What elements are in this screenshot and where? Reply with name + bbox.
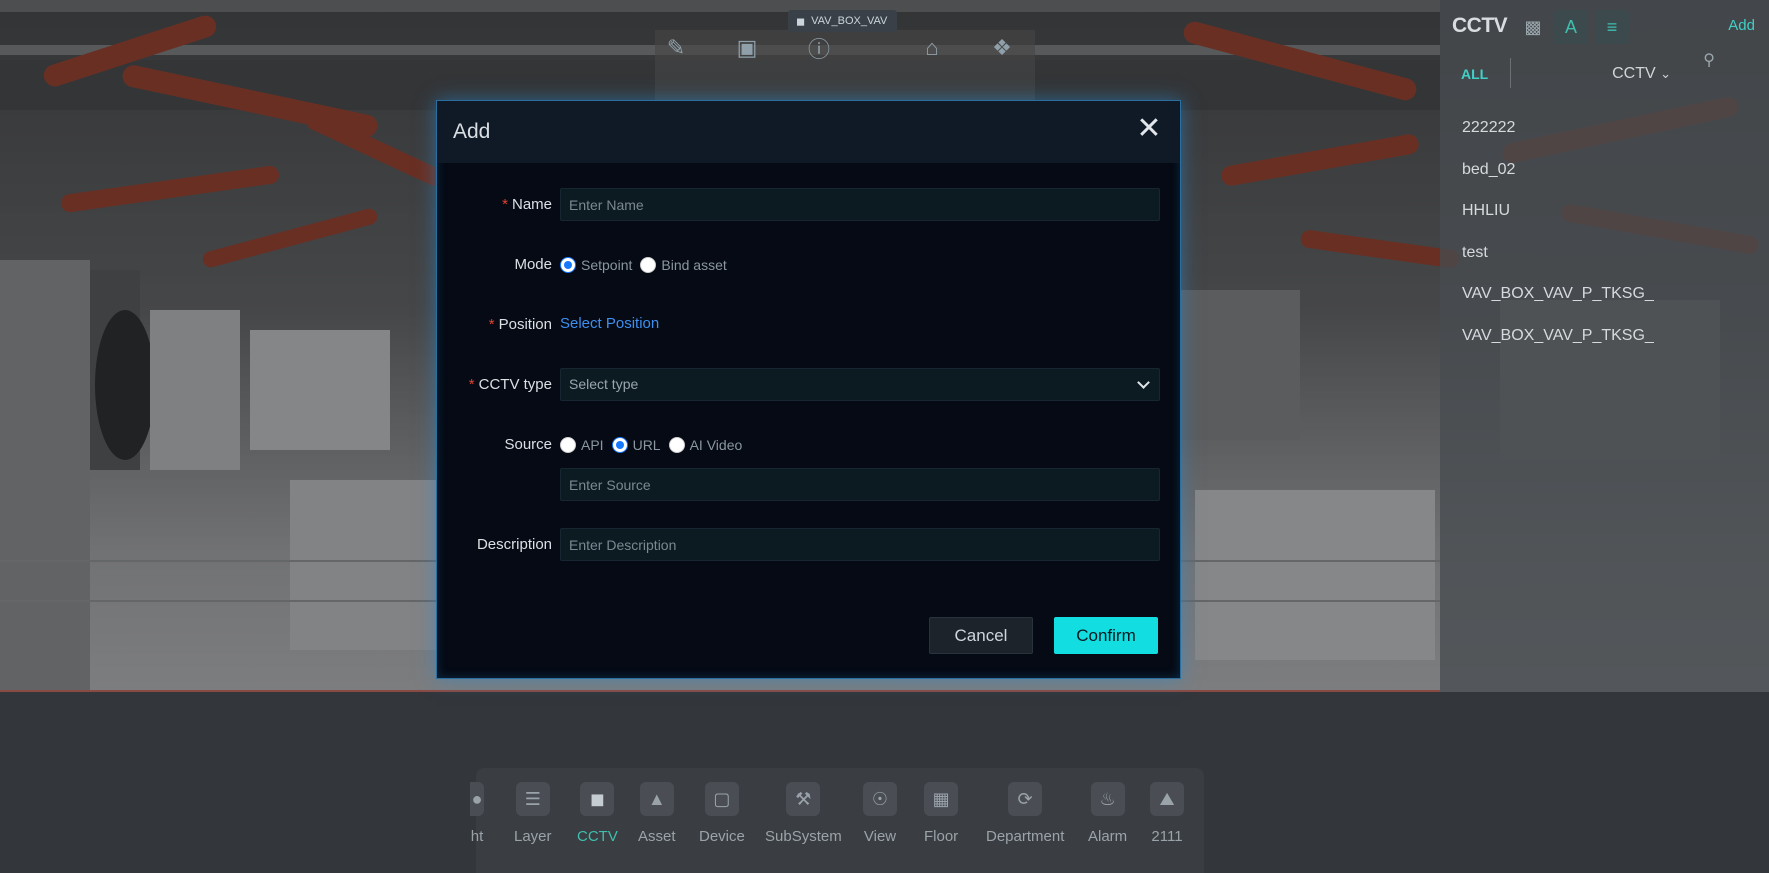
cctv-type-select[interactable]: Select type [560,368,1160,401]
radio-checked-icon [611,437,628,453]
description-label: Description [476,536,552,553]
sort-list-icon[interactable]: ≡ [1595,10,1629,44]
alarm-icon: ♨ [1090,782,1125,816]
add-cctv-dialog: Add ✕ *Name Mode Setpoint Bind asset *Po… [436,100,1181,679]
edit-icon[interactable]: ✎ [662,34,690,62]
mode-setpoint-radio[interactable]: Setpoint [560,257,632,273]
dock-item-floor[interactable]: ▦ Floor [924,782,958,845]
list-item[interactable]: 222222 [1462,118,1654,160]
dock-item-subsystem[interactable]: ⚒ SubSystem [765,782,842,845]
light-icon: ● [470,782,484,816]
radio-unchecked-icon [560,437,576,453]
source-radio-group: API URL AI Video [560,437,750,453]
cctv-panel: CCTV ▩ A ≡ Add ⚲ ALL CCTV ⌄ 222222 bed_0… [1440,0,1769,692]
mode-bind-asset-radio[interactable]: Bind asset [640,257,727,273]
position-label: * Position [488,316,552,333]
list-item[interactable]: VAV_BOX_VAV_P_TKSG_ [1462,326,1654,368]
dock-item-asset[interactable]: ▲ Asset [638,782,676,845]
confirm-button[interactable]: Confirm [1054,617,1158,654]
cctv-list: 222222 bed_02 HHLIU test VAV_BOX_VAV_P_T… [1462,118,1654,367]
source-url-radio[interactable]: URL [611,437,661,453]
cctv-icon: ◼ [580,782,615,816]
box-icon[interactable]: ▣ [733,34,761,62]
cancel-button[interactable]: Cancel [929,617,1033,654]
cctv-type-value: Select type [569,376,639,392]
source-input[interactable] [560,468,1160,501]
dialog-header: Add ✕ [437,101,1180,163]
required-mark: * [502,196,508,213]
radio-unchecked-icon [668,437,685,453]
font-a-icon[interactable]: A [1554,10,1588,44]
chevron-down-icon [1137,375,1150,389]
dock-item-device[interactable]: ▢ Device [699,782,745,845]
radio-checked-icon [560,257,576,273]
viewport-border [0,690,1440,692]
search-icon[interactable]: ⚲ [1703,50,1715,70]
home-icon[interactable]: ⌂ [918,34,946,62]
chevron-down-icon: ⌄ [1660,66,1671,81]
panel-title: CCTV [1452,14,1508,37]
name-input[interactable] [560,188,1160,221]
selected-object-label: ◼ VAV_BOX_VAV [788,10,898,32]
add-button[interactable]: Add [1728,17,1755,34]
list-item[interactable]: VAV_BOX_VAV_P_TKSG_ [1462,284,1654,326]
device-icon: ▢ [704,782,739,816]
selected-object-name: VAV_BOX_VAV [811,15,888,27]
view-icon: ☉ [863,782,897,816]
image-icon: ⛰ [1150,782,1184,816]
dock-item-alarm[interactable]: ♨ Alarm [1088,782,1127,845]
mode-radio-group: Setpoint Bind asset [560,257,735,273]
list-item[interactable]: bed_02 [1462,160,1654,202]
info-icon[interactable]: ⓘ [805,34,833,62]
cube-icon[interactable]: ❖ [988,34,1016,62]
close-icon[interactable]: ✕ [1134,114,1164,145]
video-camera-icon[interactable]: ▩ [1516,10,1550,44]
camera-icon: ◼ [796,15,806,28]
description-input[interactable] [560,528,1160,561]
dialog-title: Add [453,120,491,143]
type-filter-dropdown[interactable]: CCTV ⌄ [1612,65,1671,83]
select-position-link[interactable]: Select Position [560,315,659,332]
mode-label: Mode [514,256,552,273]
required-mark: * [488,316,495,333]
asset-icon: ▲ [639,782,674,816]
source-ai-video-radio[interactable]: AI Video [668,437,742,453]
department-icon: ⟳ [1008,782,1043,816]
dock-item-department[interactable]: ⟳ Department [986,782,1064,845]
type-filter-value: CCTV [1612,65,1656,82]
cctv-type-label: * CCTV type [468,376,552,393]
source-api-radio[interactable]: API [560,437,604,453]
list-item[interactable]: test [1462,243,1654,285]
dock-item-cctv[interactable]: ◼ CCTV [577,782,618,845]
source-label: Source [504,436,552,453]
layer-icon: ☰ [515,782,550,816]
filter-divider [1510,58,1511,88]
subsystem-icon: ⚒ [786,782,821,816]
dock-item-view[interactable]: ☉ View [863,782,897,845]
list-item[interactable]: HHLIU [1462,201,1654,243]
required-mark: * [468,376,475,393]
top-toolbar [655,30,1035,102]
filter-all-tab[interactable]: ALL [1461,66,1488,82]
bottom-dock: ● ht ☰ Layer ◼ CCTV ▲ Asset ▢ Device ⚒ S… [470,768,1204,873]
dock-item-light[interactable]: ● ht [470,782,484,845]
dock-item-2111[interactable]: ⛰ 2111 [1150,782,1184,845]
radio-unchecked-icon [640,257,657,273]
name-label: * Name [502,196,552,213]
dock-item-layer[interactable]: ☰ Layer [514,782,552,845]
floor-icon: ▦ [924,782,959,816]
